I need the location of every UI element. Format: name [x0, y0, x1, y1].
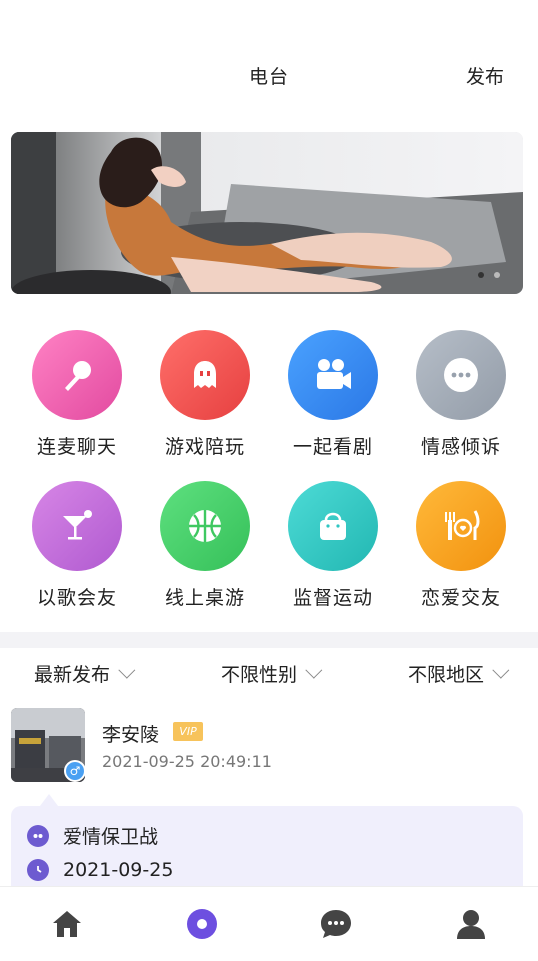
sort-filter[interactable]: 最新发布: [34, 660, 136, 687]
tab-radio[interactable]: [135, 887, 269, 961]
banner-section: 连麦聊天 游戏陪玩 一起看剧 情感倾诉 以歌会友 线上桌游 监督运动 恋爱交友: [0, 118, 538, 632]
category-music-friends[interactable]: 以歌会友: [13, 481, 141, 610]
category-label: 恋爱交友: [420, 587, 501, 609]
male-gender-icon: ♂: [64, 760, 86, 782]
category-game-companion[interactable]: 游戏陪玩: [141, 330, 269, 459]
date-text: 2021-09-25: [63, 859, 174, 881]
category-watch-together[interactable]: 一起看剧: [269, 330, 397, 459]
tab-profile[interactable]: [404, 887, 538, 961]
tab-home[interactable]: [0, 887, 134, 961]
post-content-bubble[interactable]: 爱情保卫战 2021-09-25: [11, 806, 523, 896]
gender-filter-label: 不限性别: [220, 663, 297, 686]
page-title: 电台: [248, 66, 289, 88]
ghost-icon: [160, 330, 250, 420]
category-label: 线上桌游: [164, 587, 245, 609]
bottom-tab-bar: [0, 886, 538, 961]
chevron-down-icon: [305, 661, 323, 679]
topic-row: 爱情保卫战: [27, 822, 158, 849]
category-grid: 连麦聊天 游戏陪玩 一起看剧 情感倾诉 以歌会友 线上桌游 监督运动 恋爱交友: [0, 330, 538, 610]
chevron-down-icon: [492, 661, 510, 679]
region-filter[interactable]: 不限地区: [407, 660, 510, 687]
category-label: 游戏陪玩: [164, 436, 245, 458]
category-voice-chat[interactable]: 连麦聊天: [13, 330, 141, 459]
cocktail-icon: [32, 481, 122, 571]
sort-filter-label: 最新发布: [34, 663, 111, 686]
username[interactable]: 李安陵: [102, 720, 159, 747]
basketball-icon: [160, 481, 250, 571]
filter-bar: 最新发布 不限性别 不限地区: [0, 648, 538, 698]
bubble-tail: [40, 794, 58, 806]
category-emotional-talk[interactable]: 情感倾诉: [397, 330, 525, 459]
gender-filter[interactable]: 不限性别: [220, 660, 323, 687]
date-row: 2021-09-25: [27, 859, 173, 881]
chat-bubble-icon: [416, 330, 506, 420]
category-board-games[interactable]: 线上桌游: [141, 481, 269, 610]
microphone-icon: [32, 330, 122, 420]
profile-icon: [456, 910, 485, 939]
tab-messages[interactable]: [269, 887, 403, 961]
publish-button[interactable]: 发布: [466, 62, 504, 89]
video-camera-icon: [288, 330, 378, 420]
banner-carousel[interactable]: [11, 132, 523, 294]
category-label: 情感倾诉: [420, 436, 501, 458]
post-timestamp: 2021-09-25 20:49:11: [102, 752, 272, 771]
bag-icon: [288, 481, 378, 571]
topic-icon: [27, 824, 49, 847]
home-icon: [53, 911, 82, 937]
clock-icon: [27, 859, 49, 881]
chevron-down-icon: [118, 661, 136, 679]
top-header: 电台 发布: [0, 0, 538, 118]
category-label: 监督运动: [292, 587, 373, 609]
category-label: 以歌会友: [36, 587, 117, 609]
category-label: 连麦聊天: [36, 436, 117, 458]
category-label: 一起看剧: [292, 436, 373, 458]
category-exercise-supervision[interactable]: 监督运动: [269, 481, 397, 610]
banner-image: [11, 132, 523, 294]
topic-text: 爱情保卫战: [63, 826, 159, 848]
region-filter-label: 不限地区: [407, 663, 484, 686]
radio-icon: [186, 909, 217, 939]
post-card[interactable]: ♂ 李安陵 VIP 2021-09-25 20:49:11 爱情保卫战 2021…: [0, 698, 538, 896]
message-icon: [321, 910, 352, 938]
category-dating[interactable]: 恋爱交友: [397, 481, 525, 610]
vip-badge: VIP: [173, 722, 203, 741]
dining-icon: [416, 481, 506, 571]
